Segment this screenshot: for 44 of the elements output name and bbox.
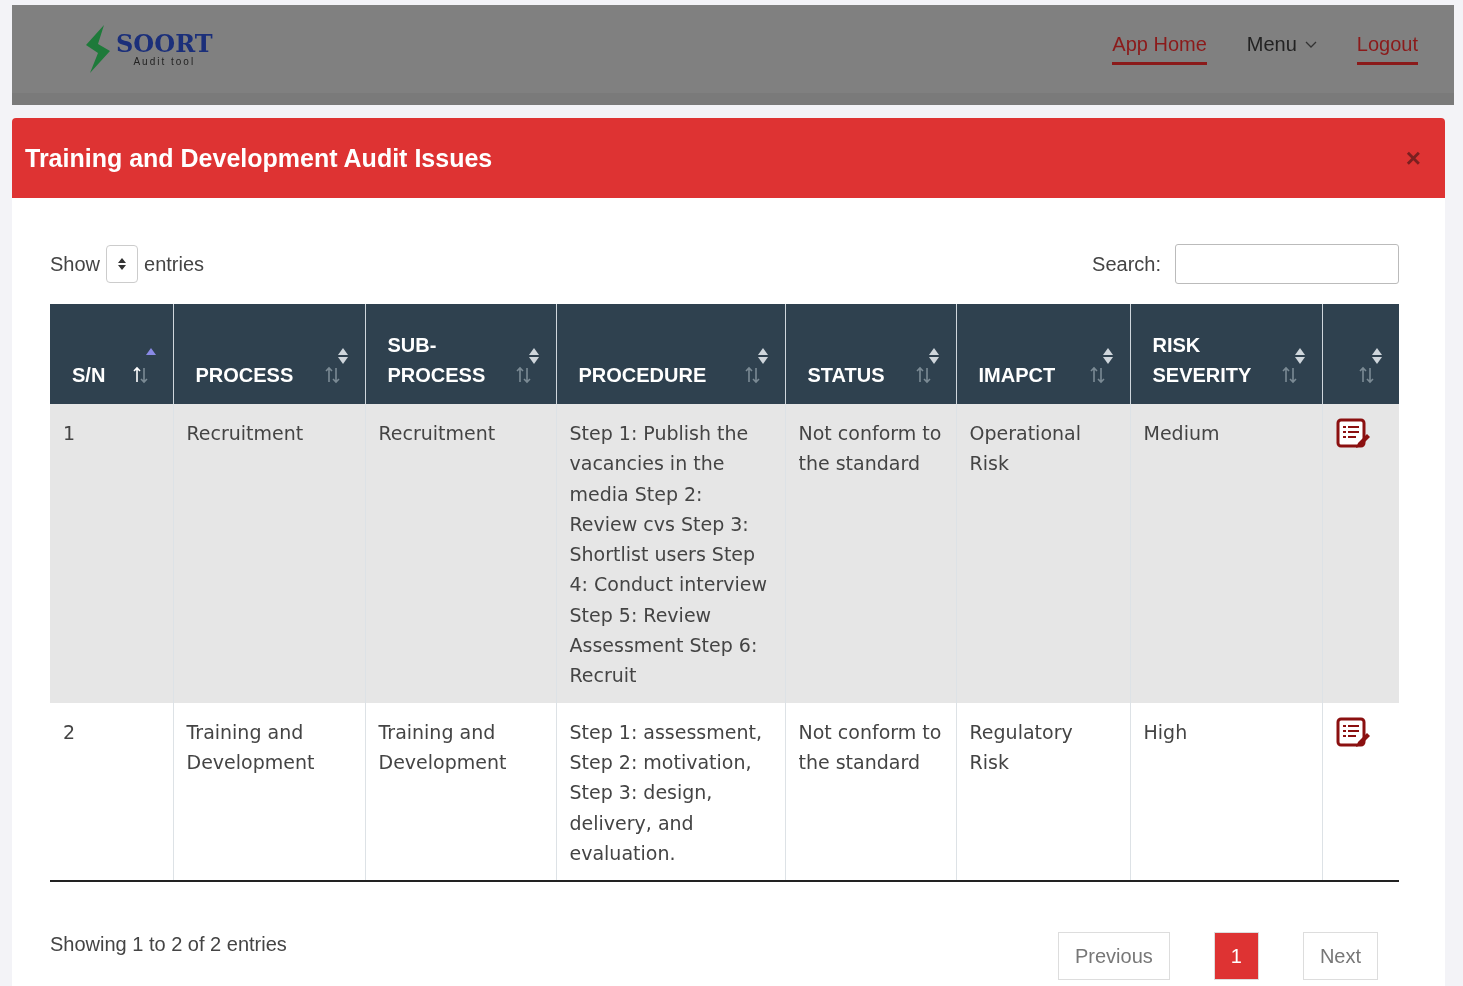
table-info: Showing 1 to 2 of 2 entries: [50, 932, 287, 956]
column-label: STATUS: [807, 364, 885, 386]
chevron-down-icon: [1304, 40, 1317, 49]
column-header[interactable]: PROCEDURE: [556, 304, 785, 404]
table-cell: 2: [50, 702, 173, 882]
pagination-button[interactable]: Next: [1302, 932, 1378, 981]
table-cell: Recruitment: [365, 404, 556, 703]
table-cell: Not conform to the standard: [785, 404, 956, 703]
table-cell: Recruitment: [173, 404, 365, 703]
column-header[interactable]: PROCESS: [173, 304, 365, 404]
column-label: SUB-PROCESS: [387, 334, 486, 386]
table-cell: 1: [50, 404, 173, 703]
column-header[interactable]: [1322, 304, 1399, 404]
column-header[interactable]: SUB-PROCESS: [365, 304, 556, 404]
entries-select[interactable]: [106, 245, 139, 283]
column-header[interactable]: S/N: [50, 304, 173, 404]
column-label: IMAPCT: [978, 364, 1056, 386]
logo-tagline: Audit tool: [133, 55, 196, 67]
menu-dropdown[interactable]: Menu: [1246, 33, 1317, 65]
entries-label: entries: [144, 252, 205, 276]
pagination-button[interactable]: 1: [1213, 932, 1259, 981]
table-cell: Training and Development: [173, 702, 365, 882]
column-label: PROCESS: [195, 364, 294, 386]
column-label: PROCEDURE: [578, 364, 707, 386]
logo-name: SOORT: [116, 31, 213, 56]
search-label: Search:: [1092, 252, 1161, 276]
table-cell: Medium: [1130, 404, 1322, 703]
table-cell: Training and Development: [365, 702, 556, 882]
table-cell: Step 1: Publish the vacancies in the media Step 2: Review cvs Step 3: Shortlist users Step 4: Conduct interview Step 5: Review Assessment Step 6: Recruit: [556, 404, 785, 703]
pagination-button[interactable]: Previous: [1057, 932, 1170, 981]
modal-title: Training and Development Audit Issues: [25, 143, 493, 173]
table-cell: Regulatory Risk: [956, 702, 1130, 882]
column-header[interactable]: STATUS: [785, 304, 956, 404]
search-field[interactable]: [1175, 244, 1399, 284]
table-cell: Operational Risk: [956, 404, 1130, 703]
column-label: RISK SEVERITY: [1152, 334, 1252, 386]
table-cell: High: [1130, 702, 1322, 882]
table-cell: Step 1: assessment, Step 2: motivation, Step 3: design, delivery, and evaluation.: [556, 702, 785, 882]
table-cell: Not conform to the standard: [785, 702, 956, 882]
column-label: S/N: [72, 364, 106, 386]
column-header[interactable]: IMAPCT: [956, 304, 1130, 404]
show-label: Show: [50, 252, 101, 276]
select-arrows-icon: [117, 257, 128, 271]
column-header[interactable]: RISK SEVERITY: [1130, 304, 1322, 404]
